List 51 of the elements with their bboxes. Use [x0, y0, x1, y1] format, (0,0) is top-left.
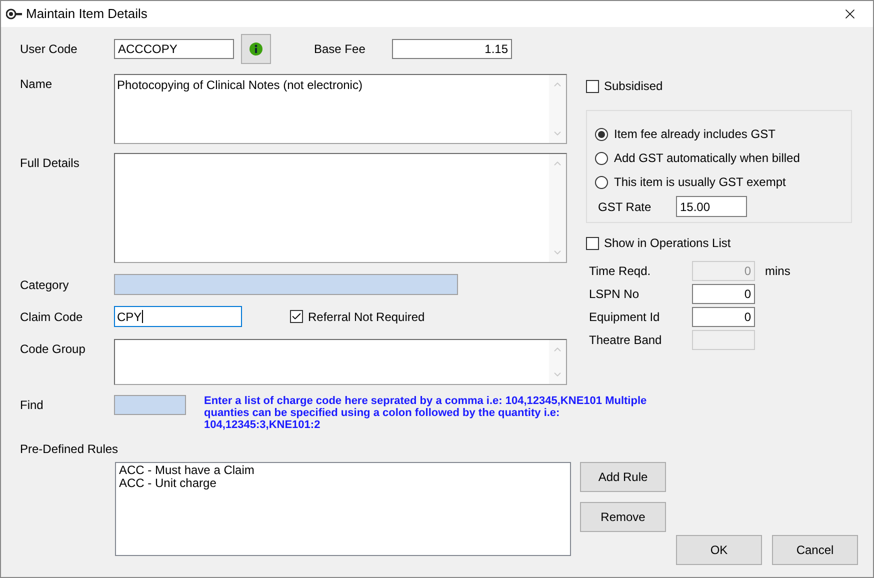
checkbox[interactable] [586, 80, 599, 92]
field-label: Full Details [20, 155, 80, 172]
field-label: Claim Code [20, 308, 84, 326]
number-field[interactable]: 0 [692, 284, 755, 304]
name-field[interactable]: Photocopying of Clinical Notes (not electronic) [114, 74, 567, 144]
gst-rate-field[interactable]: 15.00 [676, 196, 747, 217]
field-label: Name [20, 76, 54, 93]
field-label: Base Fee [314, 41, 366, 58]
field-label: Code Group [20, 341, 86, 358]
find-field[interactable] [114, 395, 186, 415]
checkbox[interactable] [290, 310, 303, 323]
field-label: Time Reqd. [589, 263, 652, 280]
check-icon [291, 311, 302, 322]
field-label: Theatre Band [589, 332, 663, 349]
radio-button[interactable] [595, 128, 608, 140]
field-label: Category [20, 276, 70, 294]
field-label: GST Rate [598, 198, 652, 216]
key-icon [6, 8, 22, 20]
rule-item[interactable]: ACC - Unit charge [119, 477, 567, 490]
field-label: Find [20, 397, 44, 414]
field-label: Equipment Id [589, 309, 661, 326]
dialog-button[interactable]: OK [676, 535, 762, 565]
dialog-button[interactable]: Cancel [772, 535, 858, 565]
field-label: LSPN No [589, 286, 640, 303]
code-group-field[interactable] [114, 339, 567, 385]
user-code-field[interactable]: ACCCOPY [114, 39, 234, 59]
window-title: Maintain Item Details [26, 5, 148, 24]
full-details-field[interactable] [114, 153, 567, 263]
info-icon [249, 42, 263, 56]
info-button[interactable] [241, 34, 271, 64]
category-dropdown[interactable] [114, 274, 458, 295]
hint-text: Enter a list of charge code here seprated by a comma i.e: 104,12345,KNE101 Multiple quanties can be specified using a colon followed by the quantity i.e: 104,12345:3,KNE101:2 [204, 395, 648, 431]
rules-list[interactable]: ACC - Must have a Claim ACC - Unit charge [115, 462, 571, 556]
unit-label: mins [765, 263, 790, 280]
rule-item[interactable]: ACC - Must have a Claim [119, 464, 567, 477]
subsidised-checkbox[interactable]: Subsidised [586, 77, 852, 95]
dialog-button[interactable]: Add Rule [580, 462, 666, 492]
field-label: Pre-Defined Rules [20, 441, 120, 458]
gst-radio[interactable]: Item fee already includes GST [595, 122, 851, 146]
claim-code-field[interactable]: CPY [114, 306, 242, 327]
checkbox[interactable] [586, 236, 599, 250]
dialog-button[interactable]: Remove [580, 502, 666, 532]
radio-button[interactable] [595, 176, 608, 188]
referral-checkbox[interactable]: Referral Not Required [290, 308, 425, 326]
gst-radio[interactable]: Add GST automatically when billed [595, 146, 851, 170]
radio-button[interactable] [595, 152, 608, 164]
field-label: User Code [20, 41, 78, 58]
number-field[interactable]: 0 [692, 307, 755, 327]
base-fee-field[interactable]: 1.15 [392, 39, 512, 59]
operations-checkbox[interactable]: Show in Operations List [586, 234, 852, 252]
gst-radio[interactable]: This item is usually GST exempt [595, 170, 851, 194]
